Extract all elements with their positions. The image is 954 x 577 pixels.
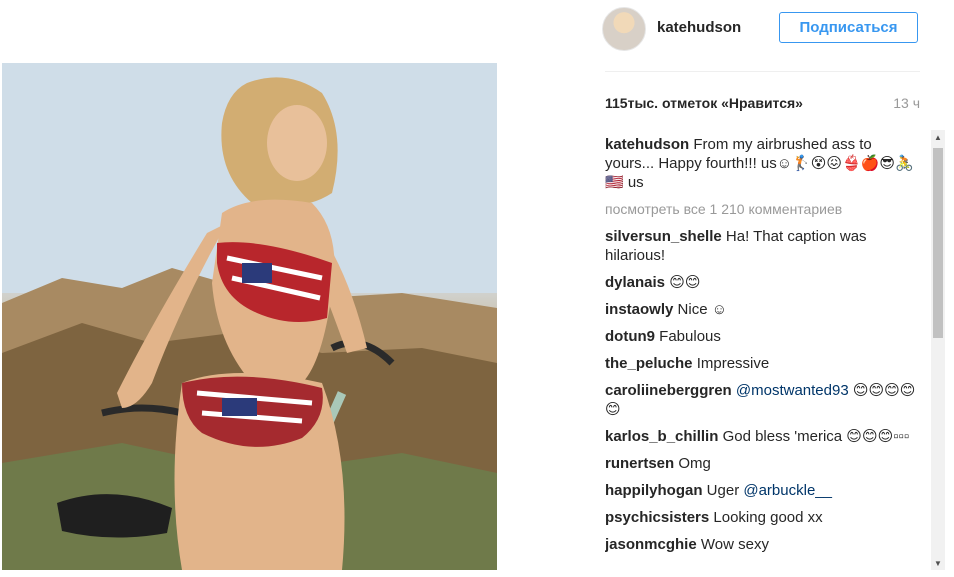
comment-username[interactable]: happilyhogan	[605, 482, 703, 499]
comment-mention[interactable]: @arbuckle__	[743, 482, 832, 499]
caption: katehudson From my airbrushed ass to you…	[605, 135, 923, 192]
comment-username[interactable]: silversun_shelle	[605, 228, 722, 245]
likes-count[interactable]: 115тыс. отметок «Нравится»	[605, 95, 803, 111]
comment-text: Looking good xx	[713, 509, 823, 526]
comment-mention[interactable]: @mostwanted93	[736, 382, 849, 399]
comment-item: runertsen Omg	[605, 454, 923, 473]
comment-text: Uger	[706, 482, 744, 499]
comment-item: karlos_b_chillin God bless 'merica 😊😊😊▫▫…	[605, 427, 923, 446]
comment-username[interactable]: caroliineberggren	[605, 382, 732, 399]
comment-text: Nice ☺	[677, 301, 728, 318]
comment-item: the_peluche Impressive	[605, 354, 923, 373]
comment-item: happilyhogan Uger @arbuckle__	[605, 481, 923, 500]
comment-username[interactable]: dylanais	[605, 274, 665, 291]
comment-username[interactable]: dotun9	[605, 328, 655, 345]
scroll-thumb[interactable]	[933, 148, 943, 338]
comment-username[interactable]: psychicsisters	[605, 509, 709, 526]
comment-text: Omg	[678, 455, 711, 472]
comment-username[interactable]: karlos_b_chillin	[605, 428, 718, 445]
comments-scrollbar[interactable]: ▲ ▼	[931, 130, 945, 570]
comment-username[interactable]: instaowly	[605, 301, 673, 318]
post-timestamp[interactable]: 13 ч	[893, 95, 920, 111]
author-username[interactable]: katehudson	[657, 19, 741, 36]
comment-item: psychicsisters Looking good xx	[605, 508, 923, 527]
scroll-down-arrow-icon[interactable]: ▼	[931, 556, 945, 570]
post-photo[interactable]	[2, 63, 497, 570]
comment-username[interactable]: runertsen	[605, 455, 674, 472]
comment-text: Fabulous	[659, 328, 721, 345]
comment-item: dylanais 😊😊	[605, 273, 923, 292]
comment-item: caroliineberggren @mostwanted93 😊😊😊😊😊	[605, 381, 923, 419]
photo-illustration	[2, 63, 497, 570]
divider	[605, 71, 920, 72]
scroll-up-arrow-icon[interactable]: ▲	[931, 130, 945, 144]
view-all-comments-link[interactable]: посмотреть все 1 210 комментариев	[605, 200, 923, 219]
comment-username[interactable]: the_peluche	[605, 355, 693, 372]
comment-text: 😊😊	[669, 274, 701, 291]
comments-list: katehudson From my airbrushed ass to you…	[605, 135, 923, 572]
comment-username[interactable]: jasonmcghie	[605, 536, 697, 553]
caption-username[interactable]: katehudson	[605, 136, 689, 153]
avatar[interactable]	[602, 7, 646, 51]
comment-item: silversun_shelle Ha! That caption was hi…	[605, 227, 923, 265]
comment-item: jasonmcghie Wow sexy	[605, 535, 923, 554]
comment-text: Impressive	[696, 355, 770, 372]
comment-item: dotun9 Fabulous	[605, 327, 923, 346]
comment-text: God bless 'merica 😊😊😊▫▫▫	[722, 428, 910, 445]
comment-text: Wow sexy	[700, 536, 769, 553]
comment-item: instaowly Nice ☺	[605, 300, 923, 319]
follow-button[interactable]: Подписаться	[779, 12, 918, 43]
